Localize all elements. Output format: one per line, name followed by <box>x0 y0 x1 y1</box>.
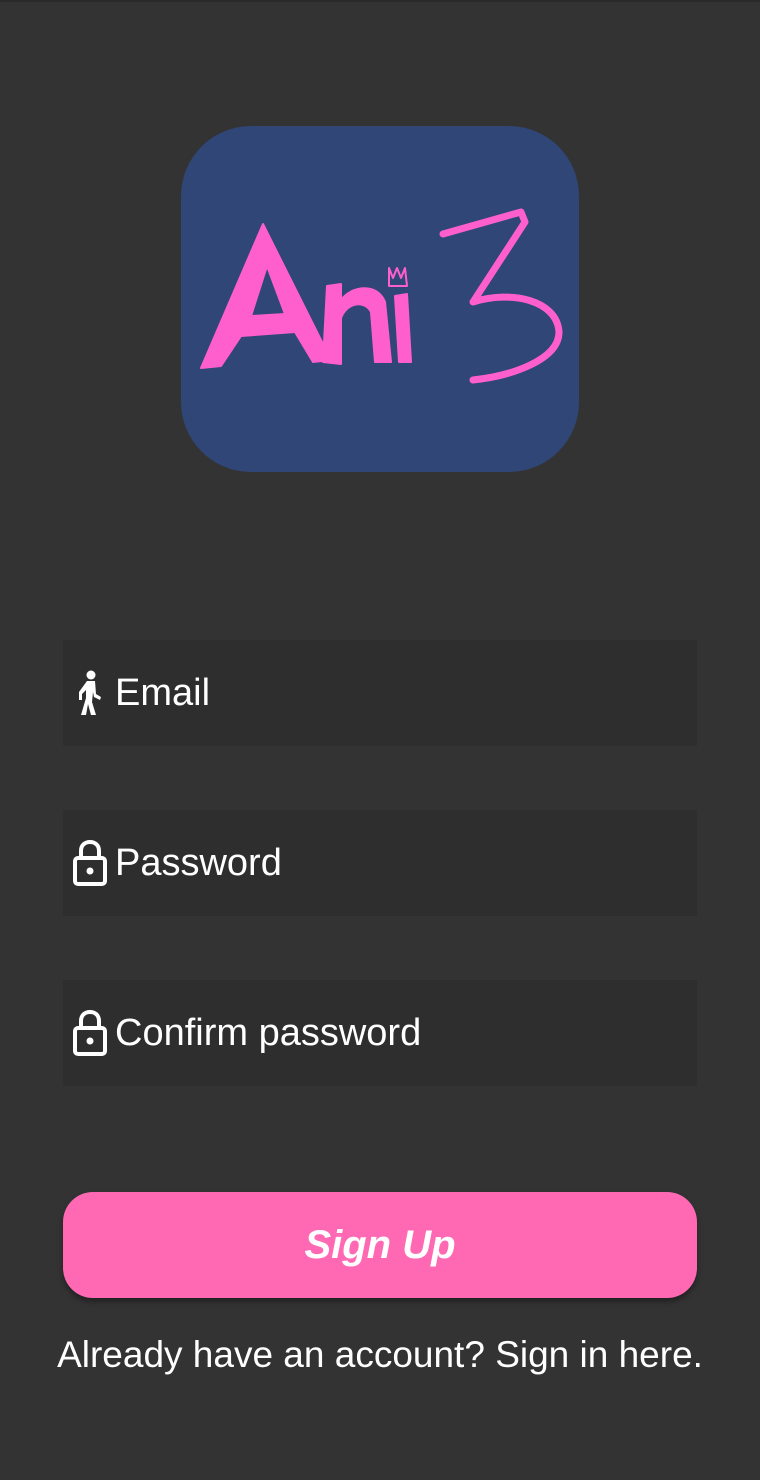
password-input[interactable] <box>109 810 697 916</box>
email-field[interactable] <box>63 640 697 746</box>
signup-screen: Sign Up Already have an account? Sign in… <box>0 0 760 1480</box>
lock-icon <box>71 839 109 887</box>
confirm-password-input[interactable] <box>109 980 697 1086</box>
confirm-password-field[interactable] <box>63 980 697 1086</box>
walking-person-icon <box>71 669 109 717</box>
password-field[interactable] <box>63 810 697 916</box>
sign-in-link[interactable]: Already have an account? Sign in here. <box>0 1334 760 1376</box>
app-logo <box>181 126 579 472</box>
sign-up-button[interactable]: Sign Up <box>63 1192 697 1298</box>
lock-icon <box>71 1009 109 1057</box>
aniz-logo-mark <box>200 208 563 384</box>
email-input[interactable] <box>109 640 697 746</box>
